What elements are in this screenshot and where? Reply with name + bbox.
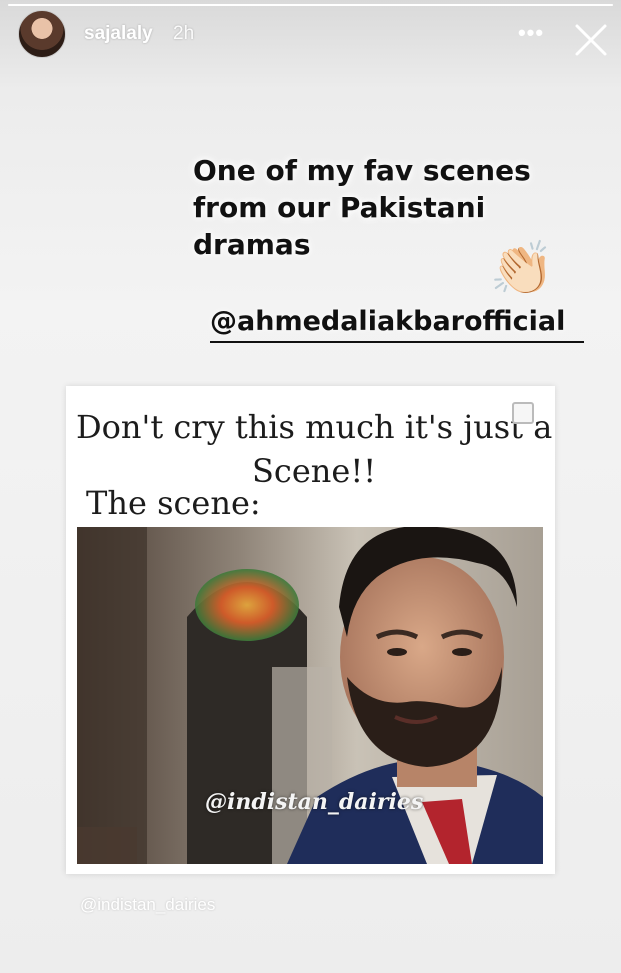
meme-top-text: Don't cry this much it's just a [76, 408, 553, 446]
mention-sticker[interactable]: @ahmedaliakbarofficial [210, 306, 584, 343]
meme-top-text-cont: Scene!! [252, 452, 377, 490]
username[interactable]: sajalaly [84, 23, 153, 45]
story-progress-fill [8, 4, 613, 6]
meme-scene-label: The scene: [86, 484, 261, 522]
caption-line: One of my fav scenes [193, 154, 531, 187]
story-watermark: @indistan_dairies [80, 895, 216, 914]
story-header: sajalaly 2h ••• [0, 8, 621, 60]
close-icon[interactable] [574, 23, 608, 57]
avatar[interactable] [18, 10, 66, 58]
checkbox-icon [512, 402, 534, 424]
scene-photo: @indistan_dairies [77, 527, 543, 864]
meme-card: Don't cry this much it's just a Scene!! … [66, 386, 555, 874]
meme-watermark: @indistan_dairies [205, 789, 424, 815]
clapping-hands-emoji: 👏🏻 [489, 240, 555, 298]
more-horizontal-icon[interactable]: ••• [517, 22, 545, 44]
caption-line: from our Pakistani [193, 191, 486, 224]
time-ago: 2h [173, 23, 195, 44]
story-progress-bar [8, 4, 613, 6]
